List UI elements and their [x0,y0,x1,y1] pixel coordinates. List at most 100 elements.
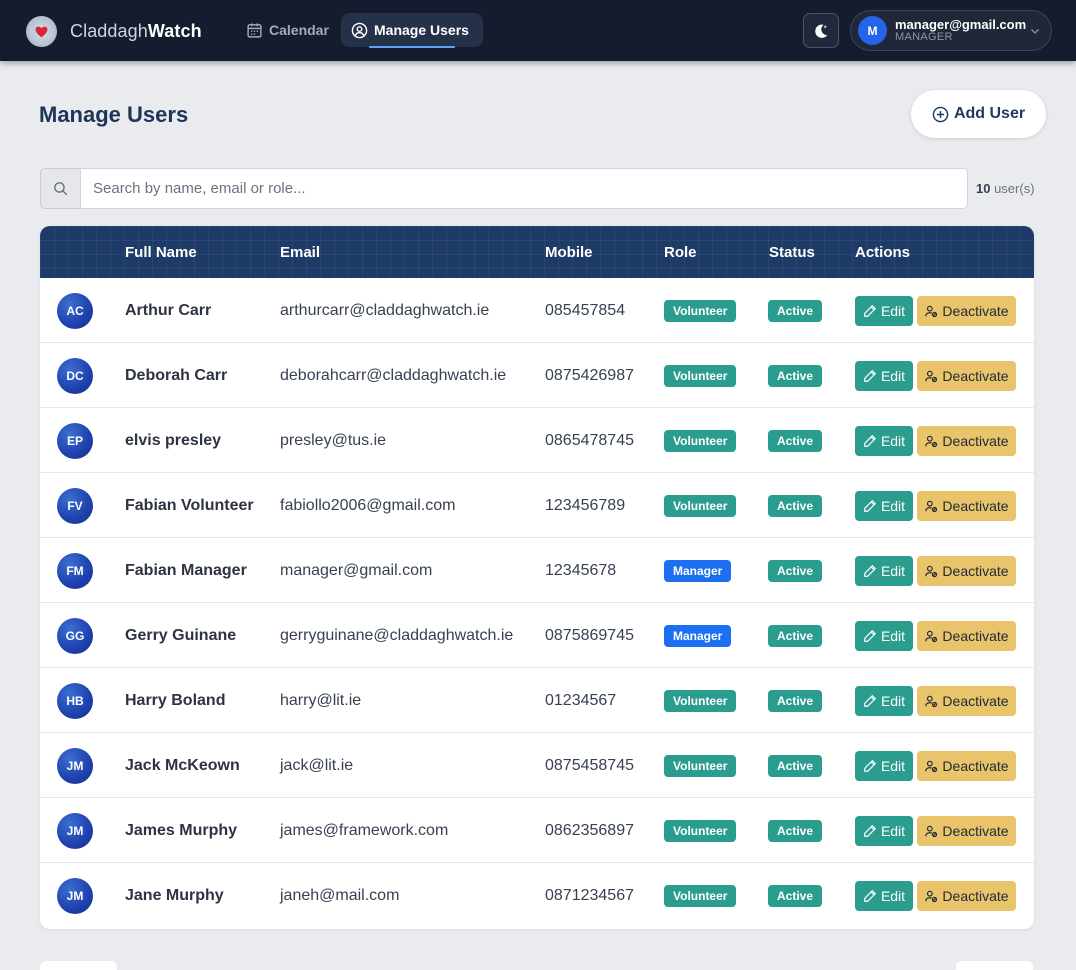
deactivate-button[interactable]: Deactivate [917,816,1016,846]
deactivate-button[interactable]: Deactivate [917,686,1016,716]
header-mobile[interactable]: Mobile [545,244,593,261]
table-header: Full Name Email Mobile Role Status Actio… [40,226,1034,278]
avatar-cell: GG [57,603,93,668]
user-mobile: 0875458745 [545,756,634,774]
deactivate-label: Deactivate [942,758,1009,774]
header-email[interactable]: Email [280,244,320,261]
pencil-icon [864,434,877,447]
table-row: DC Deborah Carr deborahcarr@claddaghwatch.… [40,343,1034,408]
deactivate-label: Deactivate [942,628,1009,644]
user-mobile: 12345678 [545,561,617,579]
edit-button[interactable]: Edit [855,361,913,391]
deactivate-button[interactable]: Deactivate [917,881,1016,911]
avatar-cell: EP [57,408,93,473]
user-full-name: Jane Murphy [125,886,224,904]
edit-label: Edit [880,823,906,839]
status-cell: Active [768,798,823,863]
add-user-button[interactable]: Add User [911,90,1046,138]
plus-circle-icon [932,106,949,122]
edit-button[interactable]: Edit [855,296,913,326]
user-menu[interactable]: M manager@gmail.com MANAGER [850,10,1052,51]
brand[interactable]: CladdaghWatch [26,15,202,47]
user-mobile: 0875869745 [545,626,634,644]
deactivate-button[interactable]: Deactivate [917,426,1016,456]
nav-calendar[interactable]: Calendar [236,13,343,47]
edit-button[interactable]: Edit [855,621,913,651]
user-circle-icon [351,22,368,38]
header-actions: Actions [855,244,911,261]
status-cell: Active [768,278,823,343]
avatar: JM [57,747,93,784]
user-slash-icon [925,370,938,383]
deactivate-label: Deactivate [942,498,1009,514]
avatar: FV [57,487,93,524]
edit-button[interactable]: Edit [855,491,913,521]
user-slash-icon [925,435,938,448]
avatar-cell: HB [57,668,93,733]
avatar: DC [57,357,93,394]
header-status[interactable]: Status [769,244,815,261]
header-role[interactable]: Role [664,244,697,261]
user-email: presley@tus.ie [280,431,387,449]
avatar: JM [57,812,93,849]
user-slash-icon [925,630,938,643]
deactivate-label: Deactivate [942,303,1009,319]
user-slash-icon [925,565,938,578]
role-cell: Volunteer [664,278,737,343]
user-slash-icon [925,305,938,318]
status-cell: Active [768,538,823,603]
top-navbar: CladdaghWatch Calendar Manage Users M ma… [0,0,1076,61]
role-cell: Volunteer [664,798,737,863]
status-badge: Active [768,494,823,517]
pagination-next[interactable] [956,961,1033,970]
edit-button[interactable]: Edit [855,751,913,781]
deactivate-button[interactable]: Deactivate [917,491,1016,521]
user-email: james@framework.com [280,821,449,839]
deactivate-button[interactable]: Deactivate [917,556,1016,586]
status-badge: Active [768,884,823,907]
table-body: AC Arthur Carr arthurcarr@claddaghwatch.ie… [40,278,1034,928]
user-full-name: Deborah Carr [125,366,228,384]
user-slash-icon [925,500,938,513]
edit-label: Edit [880,628,906,644]
status-cell: Active [768,473,823,538]
edit-button[interactable]: Edit [855,556,913,586]
active-tab-indicator [369,46,455,48]
user-slash-icon [925,825,938,838]
table-row: HB Harry Boland harry@lit.ie 01234567 Volunt… [40,668,1034,733]
search-input[interactable] [80,168,968,209]
pagination-previous[interactable] [40,961,117,970]
deactivate-label: Deactivate [942,368,1009,384]
search-icon-box [40,168,81,209]
status-cell: Active [768,733,823,798]
role-cell: Volunteer [664,668,737,733]
user-mobile: 01234567 [545,691,617,709]
edit-label: Edit [880,368,906,384]
header-full-name[interactable]: Full Name [125,244,197,261]
theme-toggle-button[interactable] [803,13,839,48]
deactivate-button[interactable]: Deactivate [917,361,1016,391]
edit-label: Edit [880,433,906,449]
status-cell: Active [768,408,823,473]
edit-button[interactable]: Edit [855,426,913,456]
add-user-label: Add User [953,105,1026,122]
deactivate-button[interactable]: Deactivate [917,296,1016,326]
status-badge: Active [768,364,823,387]
brand-name: CladdaghWatch [70,20,202,41]
deactivate-button[interactable]: Deactivate [917,621,1016,651]
edit-button[interactable]: Edit [855,686,913,716]
role-badge: Volunteer [664,364,737,387]
edit-label: Edit [880,498,906,514]
deactivate-label: Deactivate [942,563,1009,579]
user-mobile: 0875426987 [545,366,634,384]
edit-button[interactable]: Edit [855,816,913,846]
user-full-name: Gerry Guinane [125,626,237,644]
deactivate-button[interactable]: Deactivate [917,751,1016,781]
user-email: arthurcarr@claddaghwatch.ie [280,301,490,319]
user-email: janeh@mail.com [280,886,400,904]
avatar: HB [57,682,93,719]
avatar-cell: DC [57,343,93,408]
status-cell: Active [768,863,823,928]
edit-button[interactable]: Edit [855,881,913,911]
nav-manage-users[interactable]: Manage Users [341,13,483,48]
